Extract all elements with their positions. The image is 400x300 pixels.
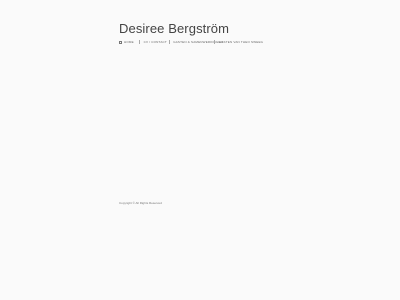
nav-item-cv-contact[interactable]: CV / CONTACT <box>144 40 167 44</box>
nav-divider <box>214 40 215 44</box>
nav-item-gasten-van-theo[interactable]: GASTEN VAN THEO SWEEG <box>219 40 263 44</box>
nav-divider <box>139 40 140 44</box>
page: Desiree Bergström HOME CV / CONTACT GAST… <box>0 0 400 300</box>
nav-item-gasten-samenwerkingen[interactable]: GASTEN & SAMENWERKINGEN <box>173 40 223 44</box>
home-icon <box>119 40 122 44</box>
nav-item-home-label: HOME <box>124 40 134 44</box>
copyright-text: Copyright © All Rights Reserved <box>119 201 162 205</box>
nav-item-home[interactable]: HOME <box>119 40 135 44</box>
main-nav: HOME CV / CONTACT GASTEN & SAMENWERKINGE… <box>119 39 263 45</box>
site-title[interactable]: Desiree Bergström <box>119 21 229 36</box>
nav-divider <box>168 40 170 44</box>
